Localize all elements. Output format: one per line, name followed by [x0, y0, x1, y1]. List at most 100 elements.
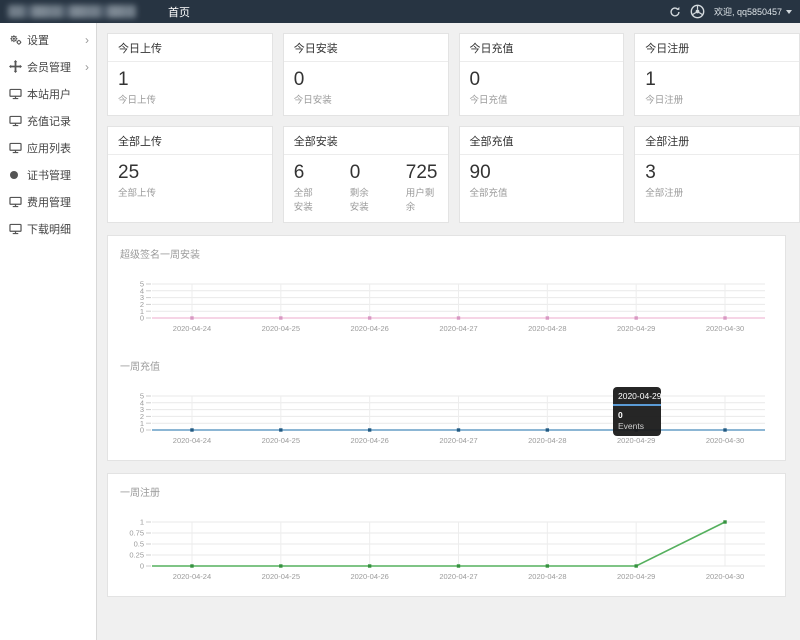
- stat-card-body: 1今日注册: [635, 62, 799, 115]
- stat-grid-row2: 全部上传25全部上传全部安装6全部安装0剩余安装725用户剩余全部充值90全部充…: [107, 126, 800, 223]
- stat-label: 全部安装: [294, 185, 322, 213]
- circle-icon: [9, 170, 27, 180]
- sidebar-item-cert-management[interactable]: 证书管理: [0, 161, 96, 188]
- stat-metric: 3全部注册: [645, 162, 683, 199]
- stat-value: 1: [645, 69, 683, 91]
- stat-label: 全部上传: [118, 185, 156, 199]
- stat-value: 1: [118, 69, 156, 91]
- stat-card-body: 0今日充值: [460, 62, 624, 115]
- svg-text:5: 5: [140, 392, 144, 401]
- sidebar-item-fee-management[interactable]: 费用管理: [0, 188, 96, 215]
- sidebar-item-label: 会员管理: [27, 59, 71, 75]
- svg-text:2020-04-29: 2020-04-29: [617, 324, 655, 333]
- stat-card-total-recharge: 全部充值90全部充值: [459, 126, 625, 223]
- stat-label: 今日注册: [645, 92, 683, 106]
- stat-card-total-install: 全部安装6全部安装0剩余安装725用户剩余: [283, 126, 449, 223]
- svg-text:2020-04-24: 2020-04-24: [173, 572, 211, 581]
- stat-card-title: 全部充值: [460, 127, 624, 155]
- monitor-icon: [9, 115, 27, 127]
- stat-label: 今日上传: [118, 92, 156, 106]
- svg-text:2020-04-27: 2020-04-27: [439, 436, 477, 445]
- sidebar-item-label: 费用管理: [27, 194, 71, 210]
- stat-label: 用户剩余: [406, 185, 438, 213]
- svg-text:2020-04-30: 2020-04-30: [706, 572, 744, 581]
- stat-value: 725: [406, 162, 438, 184]
- stat-label: 全部充值: [470, 185, 508, 199]
- tab-home[interactable]: 首页: [168, 4, 190, 20]
- sidebar-item-label: 应用列表: [27, 140, 71, 156]
- stat-metric: 90全部充值: [470, 162, 508, 199]
- svg-text:2020-04-24: 2020-04-24: [173, 324, 211, 333]
- stat-card-body: 1今日上传: [108, 62, 272, 115]
- tooltip-value: 0: [618, 410, 656, 420]
- chart-weekly-sign-install-plot[interactable]: 0123452020-04-242020-04-252020-04-262020…: [120, 278, 767, 340]
- stat-card-title: 今日安装: [284, 34, 448, 62]
- svg-text:2020-04-27: 2020-04-27: [439, 572, 477, 581]
- sidebar-item-download-details[interactable]: 下载明细: [0, 215, 96, 242]
- stat-card-title: 今日注册: [635, 34, 799, 62]
- sidebar-item-label: 证书管理: [27, 167, 71, 183]
- stat-metric: 0今日安装: [294, 69, 332, 106]
- svg-text:2020-04-27: 2020-04-27: [439, 324, 477, 333]
- stat-card-body: 3全部注册: [635, 155, 799, 208]
- svg-text:2020-04-26: 2020-04-26: [350, 436, 388, 445]
- svg-text:2020-04-30: 2020-04-30: [706, 324, 744, 333]
- svg-text:2020-04-28: 2020-04-28: [528, 572, 566, 581]
- sidebar-item-label: 设置: [27, 32, 49, 48]
- sidebar: 设置›会员管理›本站用户充值记录应用列表证书管理费用管理下载明细: [0, 23, 97, 640]
- svg-text:0: 0: [140, 562, 144, 571]
- svg-text:2020-04-24: 2020-04-24: [173, 436, 211, 445]
- svg-text:0.5: 0.5: [134, 540, 144, 549]
- sidebar-item-member-management[interactable]: 会员管理›: [0, 53, 96, 80]
- monitor-icon: [9, 88, 27, 100]
- stat-card-body: 90全部充值: [460, 155, 624, 208]
- stat-label: 今日充值: [470, 92, 508, 106]
- gears-icon: [9, 33, 27, 46]
- stat-card-title: 今日上传: [108, 34, 272, 62]
- sidebar-item-site-users[interactable]: 本站用户: [0, 80, 96, 107]
- stat-card-body: 0今日安装: [284, 62, 448, 115]
- sidebar-item-recharge-records[interactable]: 充值记录: [0, 107, 96, 134]
- svg-text:1: 1: [140, 518, 144, 527]
- stat-metric: 6全部安装: [294, 162, 322, 213]
- stat-card-today-register: 今日注册1今日注册: [634, 33, 800, 116]
- stat-value: 6: [294, 162, 322, 184]
- refresh-icon[interactable]: [669, 6, 681, 18]
- stat-card-title: 全部上传: [108, 127, 272, 155]
- chart-weekly-register: 一周注册 00.250.50.7512020-04-242020-04-2520…: [108, 474, 785, 596]
- stat-value: 0: [350, 162, 378, 184]
- stat-metric: 0剩余安装: [350, 162, 378, 213]
- chart-weekly-register-plot[interactable]: 00.250.50.7512020-04-242020-04-252020-04…: [120, 516, 767, 588]
- chevron-down-icon: [786, 10, 792, 14]
- stat-card-title: 全部安装: [284, 127, 448, 155]
- sidebar-item-app-list[interactable]: 应用列表: [0, 134, 96, 161]
- stat-card-title: 全部注册: [635, 127, 799, 155]
- stat-card-total-upload: 全部上传25全部上传: [107, 126, 273, 223]
- stat-metric: 25全部上传: [118, 162, 156, 199]
- main-content: 今日上传1今日上传今日安装0今日安装今日充值0今日充值今日注册1今日注册 全部上…: [98, 23, 800, 597]
- stat-card-body: 25全部上传: [108, 155, 272, 208]
- sidebar-item-settings[interactable]: 设置›: [0, 26, 96, 53]
- chart-weekly-sign-install: 超级签名一周安装 0123452020-04-242020-04-252020-…: [108, 236, 785, 348]
- stat-value: 3: [645, 162, 683, 184]
- sidebar-item-label: 充值记录: [27, 113, 71, 129]
- svg-text:2020-04-28: 2020-04-28: [528, 324, 566, 333]
- user-avatar[interactable]: [690, 4, 705, 19]
- stat-metric: 1今日注册: [645, 69, 683, 106]
- stat-card-today-install: 今日安装0今日安装: [283, 33, 449, 116]
- chart-title: 超级签名一周安装: [120, 246, 773, 261]
- stat-card-today-upload: 今日上传1今日上传: [107, 33, 273, 116]
- stat-card-today-recharge: 今日充值0今日充值: [459, 33, 625, 116]
- svg-text:2020-04-30: 2020-04-30: [706, 436, 744, 445]
- stat-label: 今日安装: [294, 92, 332, 106]
- stat-card-title: 今日充值: [460, 34, 624, 62]
- sidebar-item-label: 下载明细: [27, 221, 71, 237]
- stat-card-body: 6全部安装 0剩余安装 725用户剩余: [284, 155, 448, 222]
- user-menu[interactable]: 欢迎, qq5850457: [714, 5, 792, 18]
- chart-weekly-recharge: 一周充值 0123452020-04-242020-04-252020-04-2…: [108, 348, 785, 460]
- monitor-icon: [9, 196, 27, 208]
- stat-value: 90: [470, 162, 508, 184]
- svg-text:2020-04-25: 2020-04-25: [262, 324, 300, 333]
- chart-title: 一周注册: [120, 484, 773, 499]
- chart-weekly-recharge-plot[interactable]: 0123452020-04-242020-04-252020-04-262020…: [120, 390, 767, 452]
